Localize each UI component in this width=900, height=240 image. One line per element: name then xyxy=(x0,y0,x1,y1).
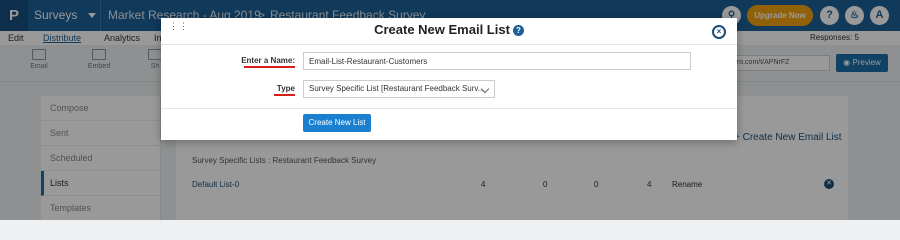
create-new-list-button[interactable]: Create New List xyxy=(303,114,371,132)
dialog-divider xyxy=(161,44,737,45)
type-label: Type xyxy=(276,84,295,93)
type-label-underline xyxy=(274,94,295,96)
name-label: Enter a Name: xyxy=(241,56,295,65)
help-icon[interactable]: ? xyxy=(512,25,524,36)
dialog-title: Create New Email List? xyxy=(161,22,737,37)
list-type-select[interactable]: Survey Specific List [Restaurant Feedbac… xyxy=(303,80,495,98)
dialog-footer-divider xyxy=(161,108,737,109)
list-name-input[interactable] xyxy=(303,52,691,70)
create-email-list-dialog: ⋮⋮ Create New Email List? × Enter a Name… xyxy=(161,18,737,140)
dialog-title-text: Create New Email List xyxy=(374,22,510,37)
name-label-underline xyxy=(244,66,295,68)
close-icon[interactable]: × xyxy=(712,25,726,39)
